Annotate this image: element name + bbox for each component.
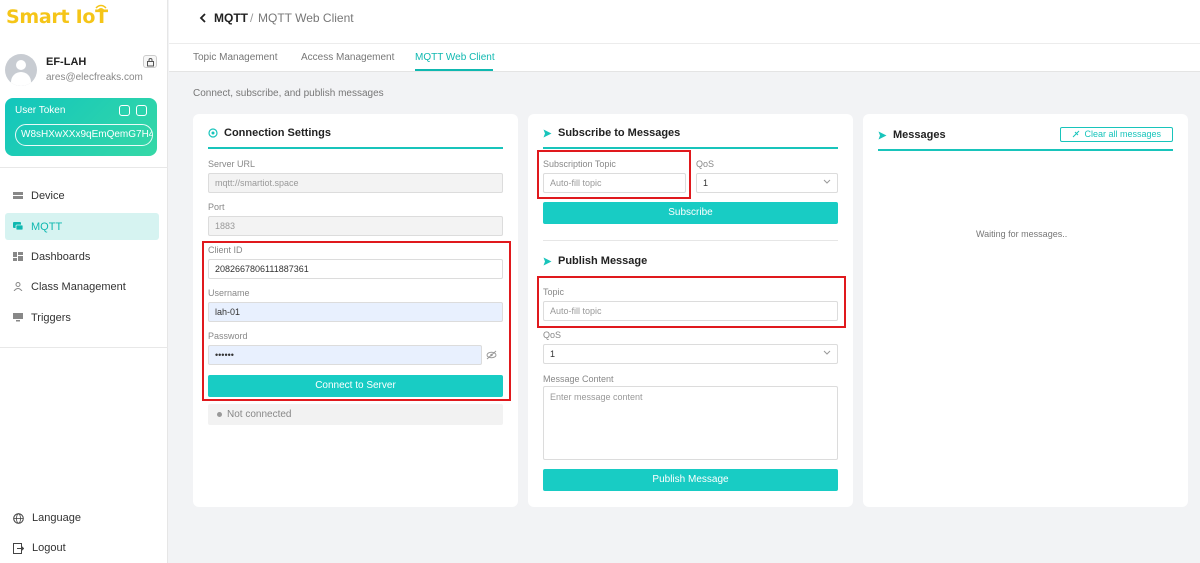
wifi-icon xyxy=(95,4,107,11)
token-label: User Token xyxy=(15,105,66,116)
tab-mqtt-web-client[interactable]: MQTT Web Client xyxy=(415,52,495,63)
send-icon xyxy=(543,257,552,265)
messages-panel xyxy=(863,114,1188,507)
device-icon xyxy=(13,192,23,199)
refresh-icon[interactable] xyxy=(119,105,130,116)
publish-qos-select[interactable]: 1 xyxy=(543,344,838,364)
subscribe-title: Subscribe to Messages xyxy=(543,127,680,139)
subscribe-qos-select[interactable]: 1 xyxy=(696,173,838,193)
tab-access-management[interactable]: Access Management xyxy=(301,52,394,63)
send-icon xyxy=(878,131,887,139)
publish-qos-label: QoS xyxy=(543,330,562,340)
monitor-icon xyxy=(13,313,23,322)
connection-title-text: Connection Settings xyxy=(224,127,331,139)
tab-topic-management[interactable]: Topic Management xyxy=(193,52,278,63)
avatar xyxy=(5,54,37,86)
sidebar-item-device[interactable]: Device xyxy=(5,182,159,209)
subscribe-qos-label: QoS xyxy=(696,159,715,169)
divider xyxy=(0,347,168,348)
chat-icon xyxy=(13,222,23,231)
publish-title-text: Publish Message xyxy=(558,255,648,267)
status-dot xyxy=(217,412,222,417)
messages-title: Messages xyxy=(878,129,946,141)
header: MQTT / MQTT Web Client xyxy=(169,0,1200,44)
logout-label: Logout xyxy=(32,542,66,554)
messages-empty-text: Waiting for messages.. xyxy=(976,229,1068,239)
language-label: Language xyxy=(32,512,81,524)
clear-icon xyxy=(1072,130,1080,138)
breadcrumb-separator: / xyxy=(250,11,254,25)
logout-icon xyxy=(13,542,24,554)
divider xyxy=(543,240,838,241)
chevron-down-icon xyxy=(823,350,831,355)
subscribe-qos-value: 1 xyxy=(703,178,709,188)
server-url-label: Server URL xyxy=(208,159,256,169)
clear-all-messages-button[interactable]: Clear all messages xyxy=(1060,127,1173,142)
subscribe-button[interactable]: Subscribe xyxy=(543,202,838,224)
copy-icon[interactable] xyxy=(136,105,147,116)
logo: Smart IoT xyxy=(6,6,108,28)
divider xyxy=(0,167,168,168)
title-underline xyxy=(208,147,503,149)
title-underline xyxy=(878,149,1173,151)
active-tab-indicator xyxy=(415,69,493,71)
globe-icon xyxy=(13,512,24,524)
subscribe-title-text: Subscribe to Messages xyxy=(558,127,681,139)
page-description: Connect, subscribe, and publish messages xyxy=(193,88,384,99)
messages-title-text: Messages xyxy=(893,129,946,141)
port-label: Port xyxy=(208,202,225,212)
sidebar-item-dashboards[interactable]: Dashboards xyxy=(5,243,159,270)
status-text: Not connected xyxy=(227,409,292,420)
title-underline xyxy=(543,147,838,149)
sidebar-item-label: MQTT xyxy=(31,220,63,233)
server-url-input: mqtt://smartiot.space xyxy=(208,173,503,193)
user-profile: EF-LAH ares@elecfreaks.com xyxy=(0,44,168,92)
chevron-down-icon xyxy=(823,179,831,184)
sidebar-item-mqtt[interactable]: MQTT xyxy=(5,213,159,240)
sidebar-item-label: Device xyxy=(31,189,65,202)
user-email: ares@elecfreaks.com xyxy=(46,72,143,83)
message-content-label: Message Content xyxy=(543,374,614,384)
chevron-left-icon[interactable] xyxy=(199,13,207,23)
logout-button[interactable]: Logout xyxy=(13,542,66,554)
sidebar-item-label: Class Management xyxy=(31,280,126,293)
sidebar: Smart IoT EF-LAH ares@elecfreaks.com Use… xyxy=(0,0,168,563)
lock-icon[interactable] xyxy=(143,55,157,68)
language-button[interactable]: Language xyxy=(13,512,81,524)
token-value[interactable]: W8sHXwXXx9qEmQemG7H4 xyxy=(15,124,153,146)
publish-button[interactable]: Publish Message xyxy=(543,469,838,491)
user-token-card: User Token W8sHXwXXx9qEmQemG7H4 xyxy=(5,98,157,156)
message-content-textarea[interactable]: Enter message content xyxy=(543,386,838,460)
clear-button-label: Clear all messages xyxy=(1084,129,1162,139)
sidebar-item-label: Dashboards xyxy=(31,250,91,263)
connection-status: Not connected xyxy=(208,404,503,425)
breadcrumb-mqtt[interactable]: MQTT xyxy=(214,11,248,25)
sidebar-item-label: Triggers xyxy=(31,311,71,324)
annotation-highlight-publish xyxy=(537,276,846,328)
breadcrumb-current: MQTT Web Client xyxy=(258,11,354,25)
tab-bar: Topic Management Access Management MQTT … xyxy=(169,44,1200,72)
plus-circle-icon xyxy=(208,128,218,138)
user-name: EF-LAH xyxy=(46,56,87,68)
port-input: 1883 xyxy=(208,216,503,236)
sidebar-item-class-management[interactable]: Class Management xyxy=(5,273,159,300)
annotation-highlight-subscribe xyxy=(537,150,691,199)
annotation-highlight-connection xyxy=(202,241,511,401)
sidebar-item-triggers[interactable]: Triggers xyxy=(5,304,159,331)
publish-title: Publish Message xyxy=(543,255,647,267)
person-icon xyxy=(13,282,23,291)
send-icon xyxy=(543,129,552,137)
grid-icon xyxy=(13,252,23,261)
publish-qos-value: 1 xyxy=(550,349,556,359)
connection-settings-title: Connection Settings xyxy=(208,127,331,139)
